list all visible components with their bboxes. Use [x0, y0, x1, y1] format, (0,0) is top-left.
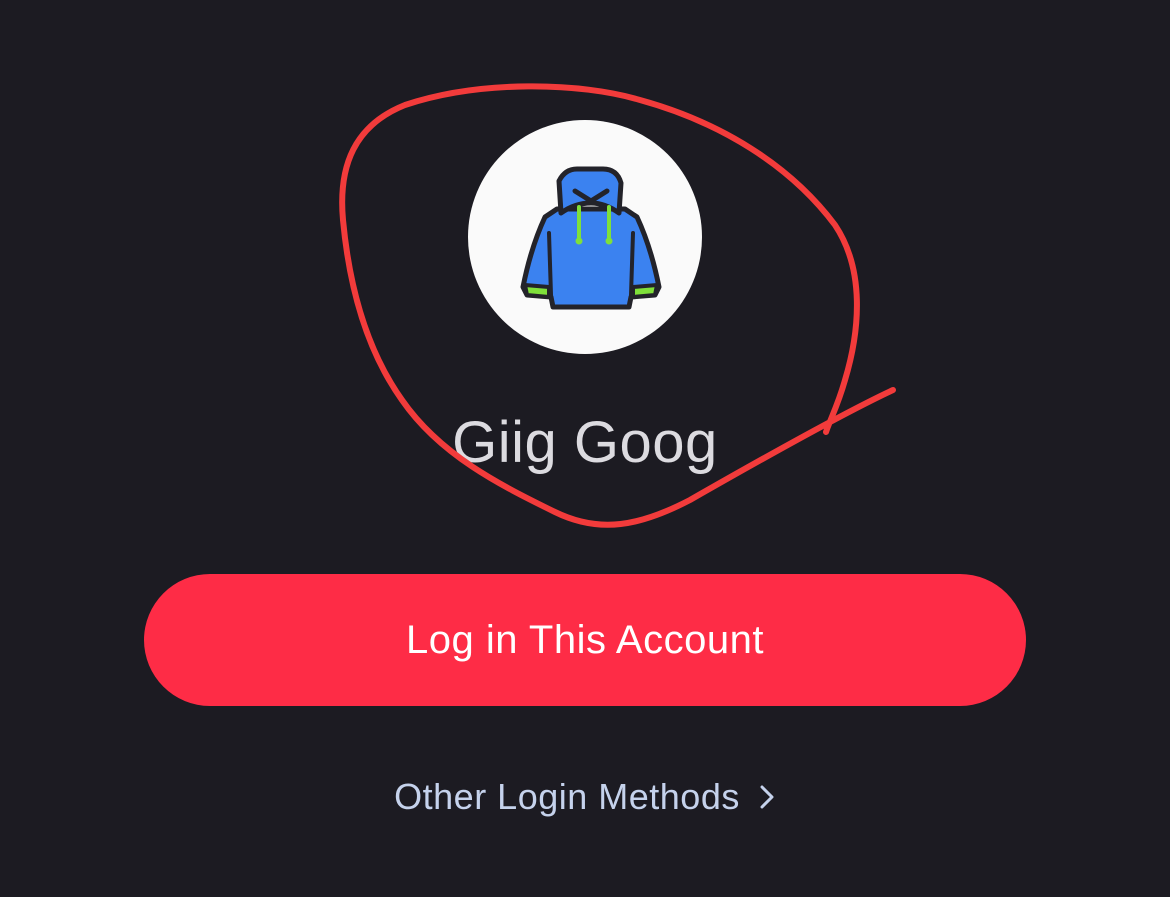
other-login-methods-link[interactable]: Other Login Methods	[0, 770, 1170, 824]
avatar	[468, 120, 702, 354]
other-login-methods-label: Other Login Methods	[394, 776, 740, 817]
chevron-right-icon	[760, 785, 774, 809]
hoodie-icon	[520, 166, 662, 310]
login-button[interactable]: Log in This Account	[144, 574, 1026, 706]
display-name: Giig Goog	[452, 410, 718, 475]
